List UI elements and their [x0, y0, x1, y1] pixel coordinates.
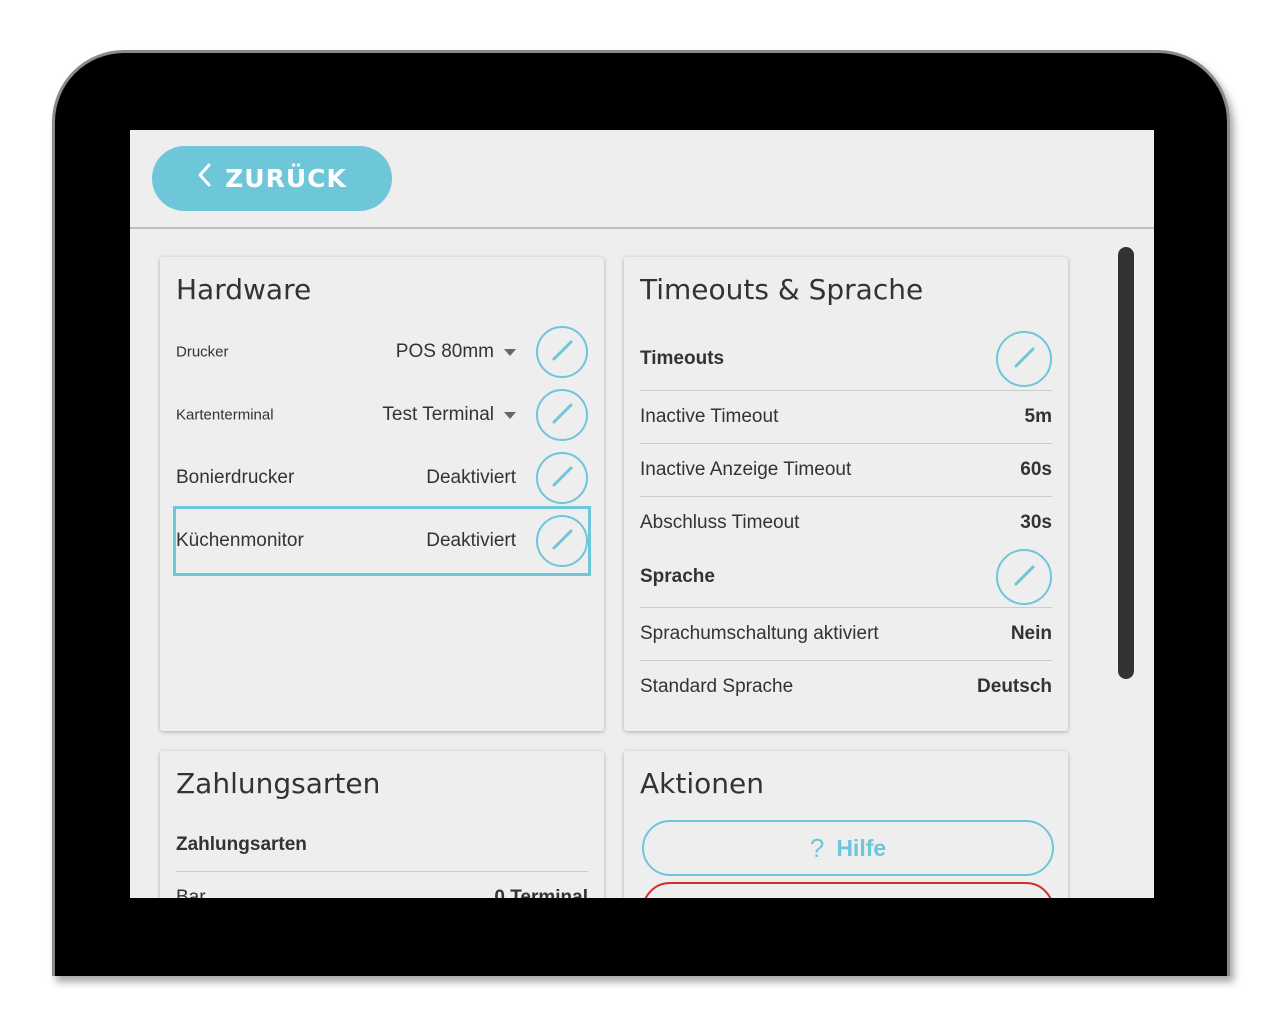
sprache-row-umschaltung: Sprachumschaltung aktiviert Nein [640, 608, 1052, 661]
inactive-anzeige-timeout-value: 60s [1020, 459, 1052, 480]
edit-drucker-button[interactable] [536, 326, 588, 378]
pencil-icon [1011, 345, 1037, 374]
sprachumschaltung-value: Nein [1010, 623, 1052, 644]
inactive-timeout-label: Inactive Timeout [640, 406, 779, 427]
back-button[interactable]: ZURÜCK [152, 146, 392, 211]
sprachumschaltung-label: Sprachumschaltung aktiviert [640, 623, 879, 644]
aktionen-card: Aktionen ? Hilfe [624, 751, 1068, 898]
pencil-icon [549, 527, 575, 556]
pencil-icon [549, 464, 575, 493]
back-button-label: ZURÜCK [225, 164, 347, 193]
inactive-anzeige-timeout-label: Inactive Anzeige Timeout [640, 459, 852, 480]
timeouts-card: Timeouts & Sprache Timeouts Inactive Tim… [624, 257, 1068, 731]
pencil-icon [549, 401, 575, 430]
inactive-timeout-value: 5m [1024, 406, 1052, 427]
bonierdrucker-label: Bonierdrucker [176, 467, 295, 488]
pencil-icon [549, 338, 575, 367]
top-bar: ZURÜCK [130, 130, 1154, 229]
zahlungsarten-heading-row: Zahlungsarten [176, 819, 588, 872]
kuechenmonitor-label: Küchenmonitor [176, 530, 304, 551]
sprache-row-standard: Standard Sprache Deutsch [640, 661, 1052, 713]
edit-bonierdrucker-button[interactable] [536, 452, 588, 504]
edit-kartenterminal-button[interactable] [536, 389, 588, 441]
hardware-row-kuechenmonitor[interactable]: Küchenmonitor Deaktiviert [173, 506, 591, 576]
aktionen-title: Aktionen [640, 767, 764, 800]
pencil-icon [1011, 563, 1037, 592]
edit-timeouts-button[interactable] [996, 331, 1052, 387]
chevron-left-icon [197, 162, 213, 195]
timeout-row-inactive: Inactive Timeout 5m [640, 391, 1052, 444]
drucker-value: POS 80mm [395, 341, 494, 362]
app-screen: ZURÜCK Hardware Drucker POS 80mm Kartent… [130, 130, 1154, 898]
hardware-card: Hardware Drucker POS 80mm Kartenterminal… [160, 257, 604, 731]
caret-down-icon [504, 411, 516, 419]
zahlungsarten-title: Zahlungsarten [176, 767, 381, 800]
kartenterminal-select[interactable]: Test Terminal [382, 404, 516, 426]
drucker-select[interactable]: POS 80mm [396, 341, 516, 363]
zahlungsart-bar-label: Bar [176, 887, 206, 898]
zahlungsarten-heading: Zahlungsarten [176, 834, 307, 855]
hardware-row-bonierdrucker: Bonierdrucker Deaktiviert [176, 447, 588, 509]
timeouts-title: Timeouts & Sprache [640, 273, 924, 306]
timeout-row-abschluss: Abschluss Timeout 30s [640, 497, 1052, 549]
caret-down-icon [504, 348, 516, 356]
hardware-row-kartenterminal: Kartenterminal Test Terminal [176, 384, 588, 446]
edit-kuechenmonitor-button[interactable] [536, 515, 588, 567]
kuechenmonitor-value: Deaktiviert [426, 530, 516, 551]
abschluss-timeout-value: 30s [1020, 512, 1052, 533]
standard-sprache-value: Deutsch [977, 676, 1052, 697]
timeouts-heading-row: Timeouts [640, 328, 1052, 391]
sprache-heading-row: Sprache [640, 547, 1052, 608]
zahlungsart-bar-value: 0 Terminal [494, 887, 588, 898]
zahlungsart-row-bar: Bar 0 Terminal [176, 873, 588, 898]
bonierdrucker-value: Deaktiviert [426, 467, 516, 488]
kartenterminal-value: Test Terminal [382, 404, 494, 425]
settings-content[interactable]: Hardware Drucker POS 80mm Kartenterminal… [130, 229, 1154, 898]
standard-sprache-label: Standard Sprache [640, 676, 794, 697]
question-icon: ? [809, 832, 825, 863]
kartenterminal-label: Kartenterminal [176, 406, 274, 424]
timeouts-heading: Timeouts [640, 348, 725, 369]
help-button[interactable]: ? Hilfe [642, 820, 1054, 876]
edit-sprache-button[interactable] [996, 549, 1052, 605]
zahlungsarten-card: Zahlungsarten Zahlungsarten Bar 0 Termin… [160, 751, 604, 898]
hardware-row-drucker: Drucker POS 80mm [176, 321, 588, 383]
abschluss-timeout-label: Abschluss Timeout [640, 512, 800, 533]
hardware-title: Hardware [176, 273, 312, 306]
sprache-heading: Sprache [640, 566, 715, 587]
help-button-label: Hilfe [836, 834, 887, 861]
drucker-label: Drucker [176, 343, 229, 361]
danger-action-button[interactable] [642, 882, 1054, 898]
timeout-row-inactive-anzeige: Inactive Anzeige Timeout 60s [640, 444, 1052, 497]
scrollbar[interactable] [1118, 247, 1134, 679]
